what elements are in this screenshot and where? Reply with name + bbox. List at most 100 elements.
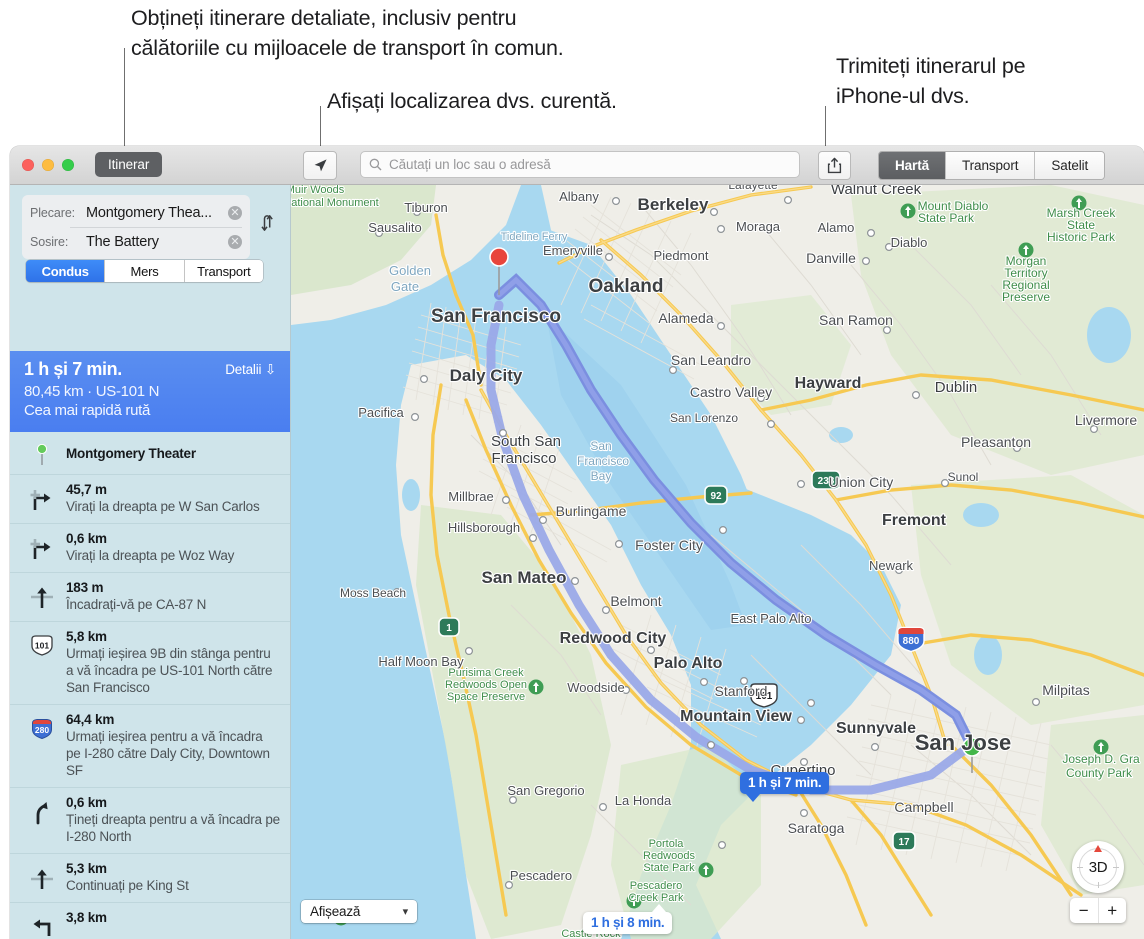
share-button[interactable] bbox=[818, 151, 851, 180]
list-item[interactable]: 45,7 m Virați la dreapta pe W San Carlos bbox=[10, 475, 290, 524]
travel-mode-segmented-control[interactable]: Condus Mers Transport bbox=[26, 260, 263, 282]
map-label: Creek Park bbox=[628, 892, 684, 904]
clear-end-icon[interactable]: ✕ bbox=[228, 234, 242, 249]
map-label: Diablo bbox=[891, 235, 928, 250]
start-location-row[interactable]: Plecare: Montgomery Thea... ✕ bbox=[22, 198, 250, 227]
svg-text:880: 880 bbox=[903, 636, 920, 647]
zoom-out-label: − bbox=[1078, 900, 1089, 920]
map-label: Mountain View bbox=[680, 708, 792, 725]
route-details-button[interactable]: Detalii ⇩ bbox=[225, 362, 276, 378]
show-dropdown[interactable]: Afișează ▾ bbox=[301, 900, 417, 923]
map-label: Walnut Creek bbox=[831, 185, 922, 198]
map-label: Joseph D. Gra bbox=[1062, 752, 1140, 766]
map-label: Moraga bbox=[736, 219, 781, 234]
map-label: Belmont bbox=[610, 593, 661, 609]
end-location-row[interactable]: Sosire: The Battery ✕ bbox=[22, 227, 250, 256]
maximize-window-button[interactable] bbox=[62, 159, 74, 171]
map-label: Muir Woods bbox=[291, 185, 345, 196]
map-label: Pescadero bbox=[510, 868, 572, 883]
step-distance: 0,6 km bbox=[66, 531, 107, 546]
map-mode-harta[interactable]: Hartă bbox=[879, 152, 946, 179]
map-label: Sunol bbox=[948, 470, 979, 484]
step-instruction: Încadrați-vă pe CA-87 N bbox=[66, 597, 207, 612]
route-bubble-alternate[interactable]: 1 h și 8 min. bbox=[583, 904, 673, 934]
list-item[interactable]: Montgomery Theater bbox=[10, 432, 290, 475]
map-canvas[interactable]: 92 238 1 101 880 17 Muir Woods National … bbox=[291, 185, 1144, 939]
map-pin-green-icon bbox=[20, 440, 64, 466]
svg-text:1: 1 bbox=[446, 623, 452, 634]
map-label: Campbell bbox=[894, 799, 953, 815]
zoom-controls[interactable]: − + bbox=[1070, 898, 1126, 923]
map-label: San Leandro bbox=[671, 352, 751, 368]
compass-ring: 3D bbox=[1079, 848, 1117, 886]
list-item[interactable]: 0,6 km Țineți dreapta pentru a vă încadr… bbox=[10, 788, 290, 854]
travel-mode-condus-label: Condus bbox=[41, 263, 89, 279]
map-label: Francisco bbox=[491, 450, 556, 467]
step-instruction: Țineți dreapta pentru a vă încadra pe I-… bbox=[66, 812, 280, 844]
map-label: San Ramon bbox=[819, 312, 893, 328]
map-label: Hillsborough bbox=[448, 520, 520, 535]
compass-3d-button[interactable]: 3D bbox=[1072, 841, 1124, 893]
step-distance: 5,3 km bbox=[66, 861, 107, 876]
list-item[interactable]: 5,3 km Continuați pe King St bbox=[10, 854, 290, 903]
route-bubble-selected[interactable]: 1 h și 7 min. bbox=[740, 772, 830, 802]
turn-right-icon bbox=[20, 482, 64, 512]
map-mode-satelit[interactable]: Satelit bbox=[1034, 152, 1105, 179]
share-callout-leader bbox=[825, 106, 826, 150]
search-input[interactable]: Căutați un loc sau o adresă bbox=[360, 151, 800, 178]
map-label: County Park bbox=[1066, 766, 1133, 780]
travel-mode-transport-label: Transport bbox=[197, 263, 251, 279]
clear-start-icon[interactable]: ✕ bbox=[228, 205, 242, 220]
map-label: Burlingame bbox=[556, 503, 627, 519]
map-graphic: 92 238 1 101 880 17 Muir WoodsNational M… bbox=[291, 185, 1144, 939]
map-label: Millbrae bbox=[448, 489, 494, 504]
map-label: Portola bbox=[649, 838, 685, 850]
list-item[interactable]: 3,8 km bbox=[10, 903, 290, 939]
map-label: Tideline Ferry bbox=[501, 231, 568, 243]
step-instruction: Continuați pe King St bbox=[66, 878, 189, 893]
map-label: Daly City bbox=[450, 366, 523, 385]
list-item[interactable]: 0,6 km Virați la dreapta pe Woz Way bbox=[10, 524, 290, 573]
list-item[interactable]: 183 m Încadrați-vă pe CA-87 N bbox=[10, 573, 290, 622]
map-mode-satelit-label: Satelit bbox=[1051, 158, 1089, 173]
travel-mode-mers[interactable]: Mers bbox=[104, 260, 184, 282]
minimize-window-button[interactable] bbox=[42, 159, 54, 171]
map-label: San Mateo bbox=[481, 568, 566, 587]
map-label: Historic Park bbox=[1047, 230, 1116, 244]
step-distance: 45,7 m bbox=[66, 482, 107, 497]
directions-callout-leader bbox=[124, 48, 125, 148]
map-label: Redwoods Open bbox=[445, 679, 527, 691]
map-label: San Lorenzo bbox=[670, 411, 738, 425]
turn-left-icon bbox=[20, 910, 64, 939]
map-mode-segmented-control[interactable]: Hartă Transport Satelit bbox=[878, 151, 1106, 180]
zoom-in-button[interactable]: + bbox=[1097, 898, 1127, 923]
end-location-value: The Battery bbox=[86, 233, 159, 250]
directions-button[interactable]: Itinerar bbox=[95, 152, 163, 177]
zoom-out-button[interactable]: − bbox=[1070, 898, 1098, 923]
travel-mode-transport[interactable]: Transport bbox=[183, 260, 263, 282]
map-label: Alameda bbox=[658, 310, 713, 326]
chevron-double-down-icon: ⇩ bbox=[264, 362, 276, 377]
compass-tick-east bbox=[1113, 866, 1119, 868]
map-label: Danville bbox=[806, 250, 856, 266]
map-label: State Park bbox=[643, 862, 695, 874]
route-details-label: Detalii bbox=[225, 362, 262, 377]
svg-text:101: 101 bbox=[35, 641, 49, 651]
route-note: Cea mai rapidă rută bbox=[24, 402, 151, 419]
list-item[interactable]: 280 64,4 km Urmați ieșirea pentru a vă î… bbox=[10, 705, 290, 788]
map-mode-transport[interactable]: Transport bbox=[945, 152, 1035, 179]
map-label: San Gregorio bbox=[507, 783, 584, 798]
route-summary-card[interactable]: 1 h și 7 min. 80,45 km · US-101 N Cea ma… bbox=[10, 351, 290, 432]
close-window-button[interactable] bbox=[22, 159, 34, 171]
map-label: State Park bbox=[918, 211, 975, 225]
current-location-button[interactable] bbox=[303, 151, 337, 180]
list-item[interactable]: 101 5,8 km Urmați ieșirea 9B din stânga … bbox=[10, 622, 290, 705]
compass-tick-west bbox=[1077, 866, 1083, 868]
travel-mode-condus[interactable]: Condus bbox=[26, 260, 105, 282]
map-label: Castro Valley bbox=[690, 384, 772, 400]
map-label: Lafayette bbox=[728, 185, 778, 192]
map-label: Oakland bbox=[589, 276, 664, 297]
map-label: Fremont bbox=[882, 512, 947, 529]
swap-endpoints-button[interactable] bbox=[257, 211, 279, 235]
directions-step-list[interactable]: Montgomery Theater 45,7 m Virați la drea… bbox=[10, 432, 290, 939]
